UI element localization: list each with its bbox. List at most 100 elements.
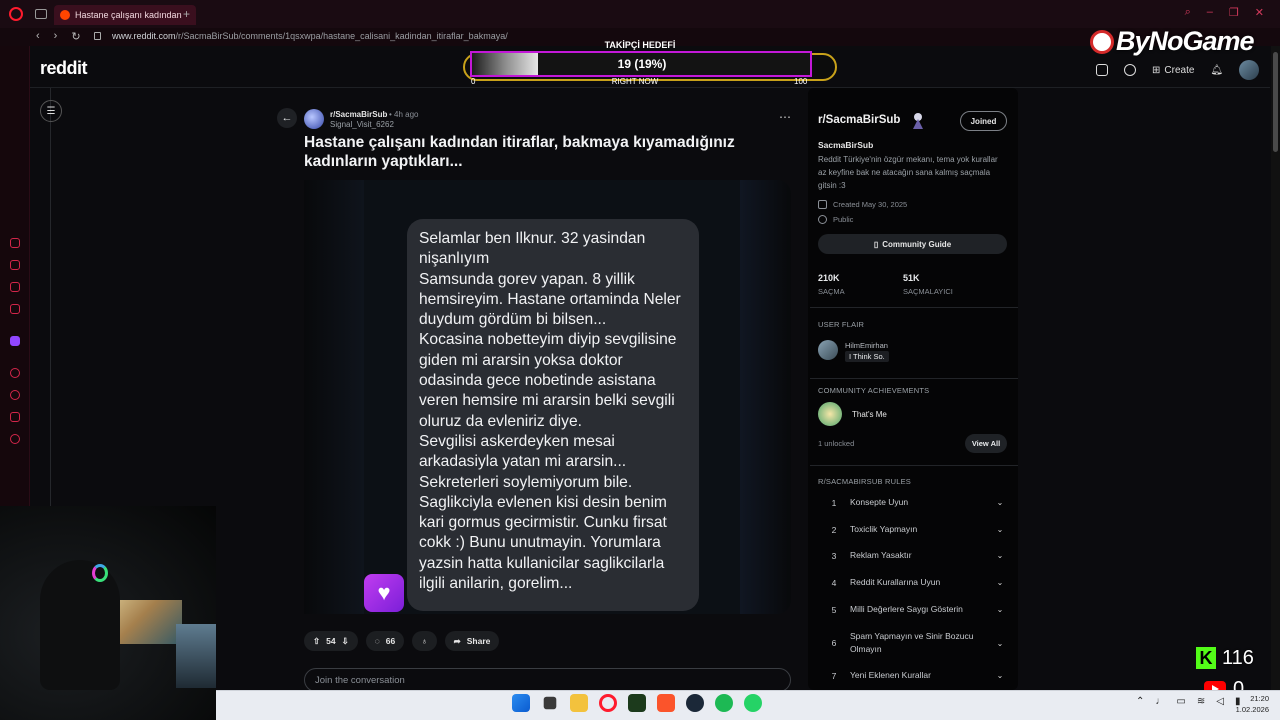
post-author[interactable]: Signal_Visit_6262 bbox=[330, 120, 394, 129]
windows-start-icon[interactable] bbox=[512, 694, 530, 712]
bookmarks-icon[interactable] bbox=[10, 260, 20, 270]
goal-min-label: 0 bbox=[471, 77, 476, 86]
chat-icon[interactable] bbox=[1124, 64, 1136, 76]
chevron-up-icon[interactable]: ⌃ bbox=[1136, 696, 1144, 707]
rule-item[interactable]: 2 Toxiclik Yapmayın ⌄ bbox=[818, 523, 1006, 536]
advertise-icon[interactable] bbox=[1096, 64, 1108, 76]
online-count: 51K bbox=[903, 273, 920, 283]
image-left-shade bbox=[304, 180, 364, 614]
user-avatar[interactable] bbox=[1239, 60, 1260, 80]
achievements-heading: COMMUNITY ACHIEVEMENTS bbox=[818, 386, 930, 395]
scrollbar-thumb[interactable] bbox=[1273, 52, 1278, 152]
share-icon: ➦ bbox=[453, 635, 461, 646]
search-icon[interactable]: ⌕ bbox=[1185, 6, 1191, 19]
opera-logo-icon[interactable] bbox=[9, 7, 23, 21]
reddit-logo[interactable]: reddit bbox=[40, 58, 88, 79]
file-icon[interactable] bbox=[543, 696, 557, 710]
browser-tab[interactable]: Hastane çalışanı kadından bbox=[54, 5, 196, 25]
settings-icon[interactable] bbox=[10, 434, 20, 444]
sidebar-subreddit-title[interactable]: r/SacmaBirSub bbox=[818, 114, 900, 126]
flair-text[interactable]: I Think So. bbox=[845, 351, 889, 362]
wifi-icon[interactable]: ≋ bbox=[1197, 696, 1205, 707]
close-icon[interactable]: ✕ bbox=[1255, 6, 1264, 19]
menu-hamburger-icon[interactable]: ☰ bbox=[40, 100, 62, 122]
rule-item[interactable]: 6 Spam Yapmayın ve Sinir Bozucu Olmayın ⌄ bbox=[818, 630, 1006, 656]
kick-viewer-count: 116 bbox=[1222, 647, 1254, 669]
lock-icon[interactable] bbox=[94, 32, 101, 40]
chevron-down-icon: ⌄ bbox=[996, 638, 1004, 648]
sidebar-divider bbox=[810, 378, 1018, 379]
forward-arrow-icon[interactable]: › bbox=[54, 30, 58, 43]
webcam-monitor bbox=[112, 600, 182, 644]
folder-icon[interactable] bbox=[570, 694, 588, 712]
opera-icon[interactable] bbox=[599, 694, 617, 712]
minimize-icon[interactable]: – bbox=[1207, 6, 1213, 19]
goal-now-label: RIGHT NOW bbox=[611, 77, 659, 86]
terminal-icon[interactable] bbox=[628, 694, 646, 712]
community-guide-button[interactable]: ▯ Community Guide bbox=[818, 234, 1007, 254]
achievement-badge-icon[interactable] bbox=[818, 402, 842, 426]
pinboards-icon[interactable] bbox=[10, 412, 20, 422]
display-icon[interactable]: ▭ bbox=[1176, 696, 1185, 707]
rule-item[interactable]: 1 Konsepte Uyun ⌄ bbox=[818, 496, 1006, 509]
post-title: Hastane çalışanı kadından itiraflar, bak… bbox=[304, 134, 735, 170]
header-actions: ⊞ Create 🔔︎ bbox=[1096, 60, 1260, 80]
bynogame-logo-icon bbox=[1090, 30, 1114, 54]
upvote-icon[interactable]: ⇧ bbox=[313, 636, 320, 647]
back-arrow-icon[interactable]: ‹ bbox=[36, 30, 40, 43]
clock-time[interactable]: 21:20 bbox=[1243, 694, 1269, 703]
chevron-down-icon: ⌄ bbox=[996, 578, 1004, 587]
reload-icon[interactable]: ↻ bbox=[71, 30, 80, 43]
create-button[interactable]: ⊞ Create bbox=[1152, 65, 1194, 76]
volume-icon[interactable]: ◁ bbox=[1216, 696, 1224, 707]
subreddit-avatar[interactable] bbox=[304, 109, 324, 129]
twitch-icon[interactable] bbox=[10, 336, 20, 346]
downvote-icon[interactable]: ⇩ bbox=[342, 636, 349, 647]
vote-count: 54 bbox=[326, 636, 336, 646]
chat-bubble: Selamlar ben Ilknur. 32 yasindan nişanlı… bbox=[407, 219, 699, 611]
user-flair-heading: USER FLAIR bbox=[818, 320, 865, 329]
steam-icon[interactable] bbox=[686, 694, 704, 712]
system-tray: ⌃ ♩ ▭ ≋ ◁ ▮ bbox=[1136, 696, 1240, 707]
player-icon[interactable] bbox=[10, 368, 20, 378]
members-count: 210K bbox=[818, 273, 840, 283]
extensions-icon[interactable] bbox=[10, 282, 20, 292]
share-button[interactable]: ➦ Share bbox=[444, 631, 500, 651]
comments-button[interactable]: ◌ 66 bbox=[365, 631, 405, 651]
members-label: SAÇMA bbox=[818, 287, 845, 296]
view-all-button[interactable]: View All bbox=[965, 434, 1007, 453]
brave-icon[interactable] bbox=[657, 694, 675, 712]
window-controls: ⌕ – ❐ ✕ bbox=[1185, 6, 1264, 19]
rgb-headphone-light bbox=[92, 564, 108, 582]
heart-reaction-icon: ♥ bbox=[364, 574, 404, 612]
back-button[interactable]: ← bbox=[277, 108, 297, 128]
microphone-icon[interactable]: ♩ bbox=[1155, 696, 1165, 707]
whatsapp-icon[interactable] bbox=[744, 694, 762, 712]
history-icon[interactable] bbox=[10, 390, 20, 400]
rule-item[interactable]: 5 Milli Değerlere Saygı Gösterin ⌄ bbox=[818, 603, 1006, 616]
rule-item[interactable]: 7 Yeni Eklenen Kurallar ⌄ bbox=[818, 669, 1006, 682]
more-options-icon[interactable]: ⋯ bbox=[779, 110, 791, 124]
url-field[interactable]: www.reddit.com/r/SacmaBirSub/comments/1q… bbox=[112, 31, 508, 41]
joined-button[interactable]: Joined bbox=[960, 111, 1007, 131]
award-icon: ♁ bbox=[421, 636, 428, 646]
achievements-unlocked: 1 unlocked bbox=[818, 439, 855, 448]
community-name: SacmaBirSub bbox=[818, 140, 874, 150]
comment-count: 66 bbox=[385, 636, 396, 646]
new-tab-icon[interactable]: + bbox=[183, 7, 190, 21]
guide-book-icon: ▯ bbox=[873, 239, 879, 249]
maximize-icon[interactable]: ❐ bbox=[1229, 6, 1239, 19]
notifications-bell-icon[interactable]: 🔔︎ bbox=[1210, 65, 1223, 76]
subreddit-link[interactable]: r/SacmaBirSub bbox=[330, 110, 387, 119]
chat-bubble-text: Selamlar ben Ilknur. 32 yasindan nişanlı… bbox=[419, 230, 681, 593]
kick-logo-icon: K bbox=[1196, 647, 1216, 669]
tab-overview-icon[interactable] bbox=[35, 9, 47, 19]
rule-item[interactable]: 3 Reklam Yasaktır ⌄ bbox=[818, 549, 1006, 562]
clock-date[interactable]: 1.02.2026 bbox=[1233, 705, 1269, 714]
rule-item[interactable]: 4 Reddit Kurallarına Uyun ⌄ bbox=[818, 576, 1006, 589]
speed-dial-icon[interactable] bbox=[10, 238, 20, 248]
spotify-icon[interactable] bbox=[715, 694, 733, 712]
award-button[interactable]: ♁ bbox=[412, 631, 437, 651]
messenger-icon[interactable] bbox=[10, 304, 20, 314]
comment-input[interactable]: Join the conversation bbox=[304, 668, 791, 692]
